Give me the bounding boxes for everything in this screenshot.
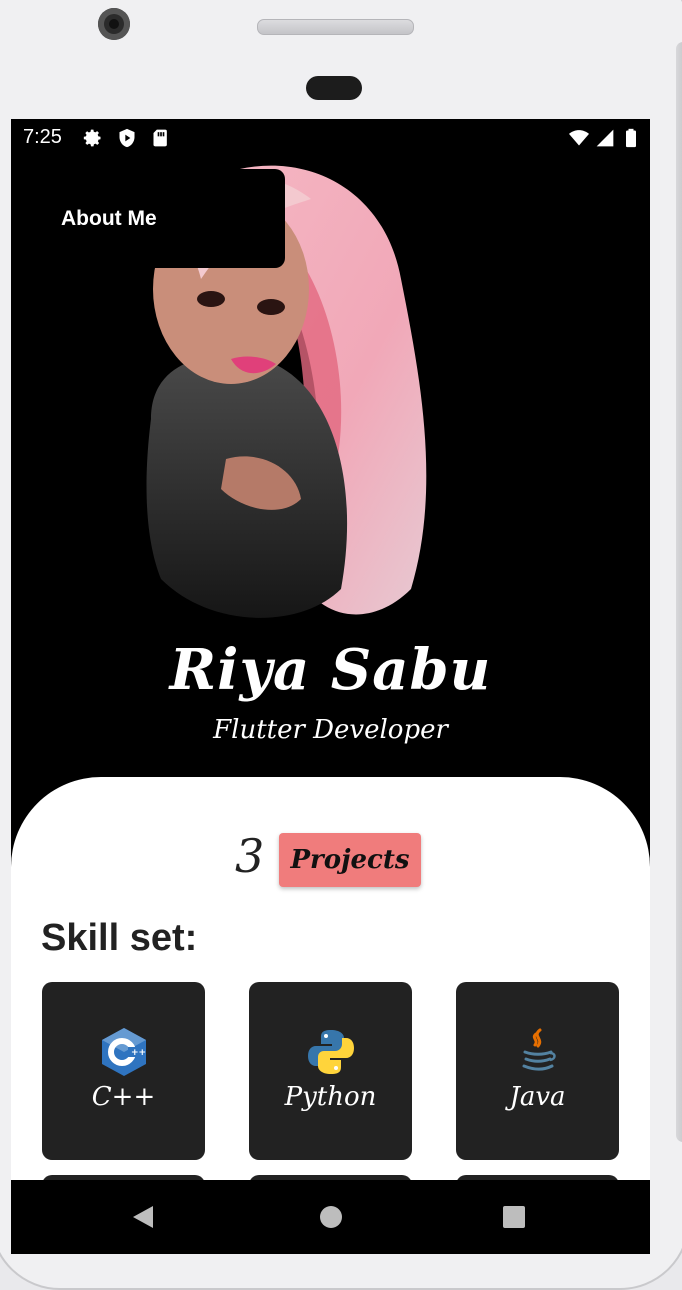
skill-label-java: Java [509,1082,566,1112]
status-time: 7:25 [23,126,62,148]
skill-set-heading: Skill set: [41,917,198,959]
java-logo-icon [522,1028,556,1071]
about-me-card[interactable]: About Me [41,169,285,268]
skill-card-python[interactable]: Python [249,982,412,1160]
about-me-label: About Me [61,207,157,230]
sd-card-icon [153,129,167,147]
app-screen: 7:25 About Me Riya Sabu Flutter Develope… [11,119,650,1254]
cpp-logo-icon: ++ [101,1028,146,1076]
profile-name: Riya Sabu [169,637,492,703]
skill-card-java[interactable]: Java [456,982,619,1160]
home-icon[interactable] [316,1202,346,1232]
recents-icon[interactable] [499,1202,529,1232]
projects-button[interactable]: Projects [279,833,421,887]
proximity-sensor [306,76,362,100]
profile-role: Flutter Developer [213,715,448,745]
device-edge [676,42,682,1142]
status-bar: 7:25 [11,119,650,157]
wifi-icon [569,130,589,146]
cell-signal-icon [596,129,614,147]
settings-icon [83,129,101,147]
system-navigation-bar [11,1180,650,1254]
skill-card-cpp[interactable]: ++ C++ [42,982,205,1160]
skill-label-python: Python [284,1082,377,1112]
svg-text:++: ++ [131,1048,146,1058]
python-logo-icon [307,1030,354,1074]
skill-label-cpp: C++ [91,1082,156,1112]
front-camera-icon [98,8,130,40]
play-protect-icon [119,128,135,148]
battery-icon [626,128,636,148]
back-icon[interactable] [129,1202,159,1232]
earpiece-speaker [257,19,414,35]
projects-count: 3 [235,829,265,883]
